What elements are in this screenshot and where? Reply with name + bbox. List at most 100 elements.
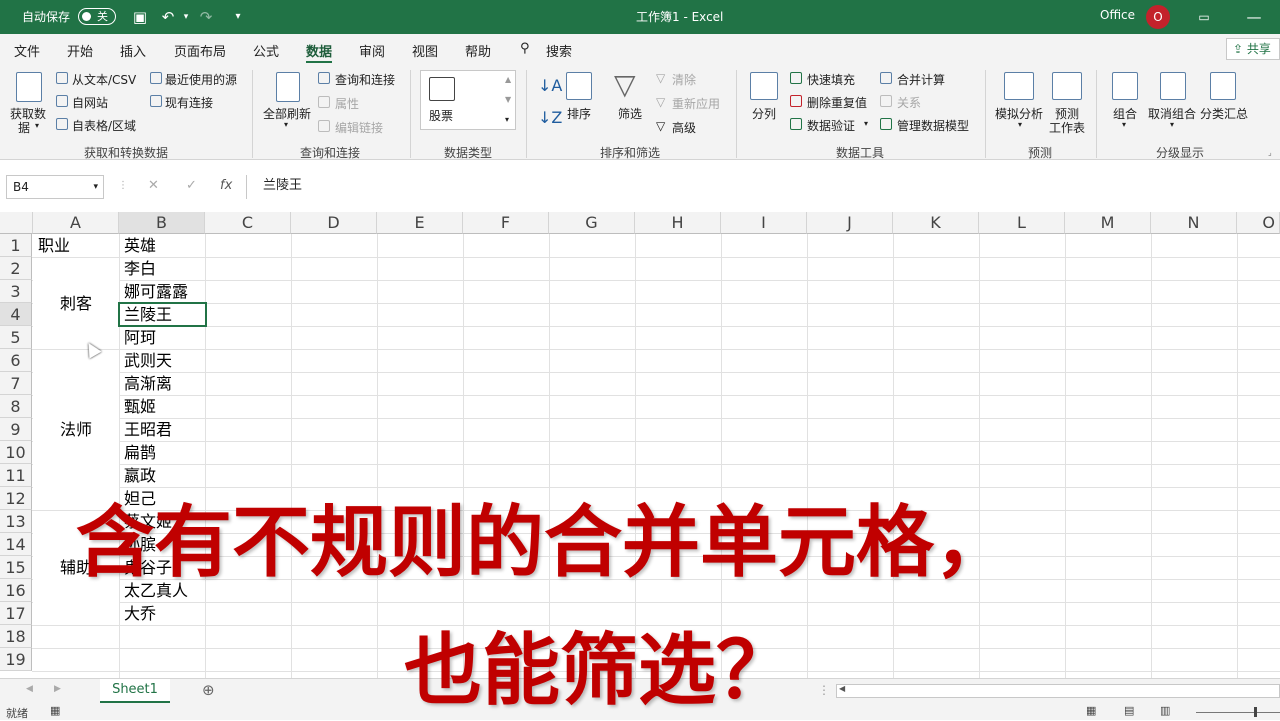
- tab-data[interactable]: 数据: [306, 41, 333, 63]
- cell-b[interactable]: 英雄: [124, 234, 156, 257]
- next-sheet-icon[interactable]: ▶: [54, 684, 61, 694]
- row-header[interactable]: 3: [0, 280, 32, 303]
- cell-b[interactable]: 鬼谷子: [124, 556, 172, 579]
- tab-help[interactable]: 帮助: [465, 41, 491, 60]
- tab-review[interactable]: 审阅: [359, 41, 385, 60]
- column-header[interactable]: C: [205, 212, 291, 234]
- row-header[interactable]: 4: [0, 303, 32, 326]
- cell-b[interactable]: 太乙真人: [124, 579, 188, 602]
- enter-icon[interactable]: ✓: [186, 178, 197, 193]
- merged-cell-mage[interactable]: 法师: [33, 350, 119, 510]
- consolidate-button[interactable]: 合并计算: [897, 71, 945, 88]
- row-header[interactable]: 11: [0, 464, 32, 487]
- properties-button[interactable]: 属性: [335, 95, 359, 112]
- clear-button[interactable]: 清除: [672, 71, 696, 88]
- row-header[interactable]: 5: [0, 326, 32, 349]
- tab-formulas[interactable]: 公式: [253, 41, 279, 60]
- column-header[interactable]: M: [1065, 212, 1151, 234]
- ribbon-display-icon[interactable]: ▭: [1194, 7, 1214, 27]
- row-header[interactable]: 2: [0, 257, 32, 280]
- column-header[interactable]: K: [893, 212, 979, 234]
- cancel-icon[interactable]: ✕: [148, 178, 159, 193]
- cell-b[interactable]: 王昭君: [124, 418, 172, 441]
- cell-b[interactable]: 妲己: [124, 487, 156, 510]
- row-header[interactable]: 9: [0, 418, 32, 441]
- normal-view-icon[interactable]: ▦: [1086, 704, 1096, 717]
- manage-data-model-button[interactable]: 管理数据模型: [897, 117, 969, 134]
- undo-dropdown-icon[interactable]: ▾: [176, 7, 196, 27]
- subtotal-button[interactable]: 分类汇总: [1200, 105, 1248, 122]
- data-validation-button[interactable]: 数据验证: [807, 117, 855, 134]
- filter-button[interactable]: 筛选: [618, 105, 642, 122]
- cell-b[interactable]: 大乔: [124, 602, 156, 625]
- row-header[interactable]: 19: [0, 648, 32, 671]
- cell-b[interactable]: 武则天: [124, 349, 172, 372]
- cell-b[interactable]: 娜可露露: [124, 280, 188, 303]
- row-header[interactable]: 1: [0, 234, 32, 257]
- page-layout-icon[interactable]: ▤: [1124, 704, 1134, 717]
- recent-sources-button[interactable]: 最近使用的源: [165, 71, 237, 88]
- merged-cell-assassin[interactable]: 刺客: [33, 258, 119, 349]
- cell-b[interactable]: 蔡文姬: [124, 510, 172, 533]
- scroll-left-icon[interactable]: ◀: [839, 684, 845, 693]
- autosave-toggle[interactable]: 关: [78, 8, 116, 25]
- column-header[interactable]: H: [635, 212, 721, 234]
- cell-b[interactable]: 甄姬: [124, 395, 156, 418]
- row-header[interactable]: 6: [0, 349, 32, 372]
- redo-icon[interactable]: ↷: [196, 7, 216, 27]
- column-header[interactable]: J: [807, 212, 893, 234]
- more-icon[interactable]: ▾: [505, 115, 509, 124]
- cell-b[interactable]: 阿珂: [124, 326, 156, 349]
- dialog-launcher-icon[interactable]: ⌟: [1268, 148, 1272, 157]
- stock-button[interactable]: 股票: [429, 107, 453, 124]
- formula-input[interactable]: 兰陵王: [246, 175, 1280, 199]
- cell-b4[interactable]: 兰陵王: [124, 303, 172, 326]
- row-header[interactable]: 10: [0, 441, 32, 464]
- row-header[interactable]: 13: [0, 510, 32, 533]
- page-break-icon[interactable]: ▥: [1160, 704, 1170, 717]
- text-to-columns-button[interactable]: 分列: [752, 105, 776, 122]
- relationships-button[interactable]: 关系: [897, 94, 921, 111]
- customize-quick-access-icon[interactable]: ▾: [228, 7, 248, 27]
- worksheet-grid[interactable]: A B C D E F G H I J K L M N O 1 2 3 4 5 …: [0, 212, 1280, 678]
- tab-home[interactable]: 开始: [67, 41, 93, 60]
- edit-links-button[interactable]: 编辑链接: [335, 119, 383, 136]
- splitter-icon[interactable]: ⋮: [818, 683, 830, 697]
- column-header[interactable]: F: [463, 212, 549, 234]
- column-header[interactable]: O: [1237, 212, 1280, 234]
- zoom-slider[interactable]: [1196, 712, 1280, 713]
- cell-b[interactable]: 嬴政: [124, 464, 156, 487]
- tab-page-layout[interactable]: 页面布局: [174, 41, 226, 60]
- column-header[interactable]: D: [291, 212, 377, 234]
- chevron-down-icon[interactable]: ▾: [864, 119, 868, 128]
- horizontal-scrollbar[interactable]: ◀: [836, 684, 1280, 698]
- name-box[interactable]: B4 ▾: [6, 175, 104, 199]
- scroll-up-icon[interactable]: ▲: [505, 75, 511, 84]
- cell-b[interactable]: 孙膑: [124, 533, 156, 556]
- select-all-button[interactable]: [0, 212, 33, 234]
- sheet-tab[interactable]: Sheet1: [100, 679, 170, 703]
- zoom-slider-thumb[interactable]: [1254, 707, 1257, 717]
- existing-connections-button[interactable]: 现有连接: [165, 94, 213, 111]
- tab-search[interactable]: 搜索: [546, 41, 572, 60]
- row-header[interactable]: 18: [0, 625, 32, 648]
- row-header[interactable]: 7: [0, 372, 32, 395]
- minimize-icon[interactable]: —: [1244, 7, 1264, 27]
- tab-file[interactable]: 文件: [14, 41, 40, 60]
- account-name[interactable]: Office: [1100, 8, 1135, 22]
- column-header[interactable]: L: [979, 212, 1065, 234]
- share-button[interactable]: ⇪ 共享: [1226, 38, 1280, 60]
- row-header[interactable]: 8: [0, 395, 32, 418]
- from-text-button[interactable]: 从文本/CSV: [72, 71, 136, 88]
- row-header[interactable]: 16: [0, 579, 32, 602]
- column-header[interactable]: I: [721, 212, 807, 234]
- reapply-button[interactable]: 重新应用: [672, 95, 720, 112]
- cell-b[interactable]: 李白: [124, 257, 156, 280]
- chevron-down-icon[interactable]: ▾: [93, 176, 98, 198]
- advanced-button[interactable]: 高级: [672, 119, 696, 136]
- sort-ascending-icon[interactable]: ↓A: [538, 76, 562, 95]
- flash-fill-button[interactable]: 快速填充: [807, 71, 855, 88]
- row-header[interactable]: 15: [0, 556, 32, 579]
- from-table-button[interactable]: 自表格/区域: [72, 117, 136, 134]
- search-icon[interactable]: ⚲: [520, 41, 530, 56]
